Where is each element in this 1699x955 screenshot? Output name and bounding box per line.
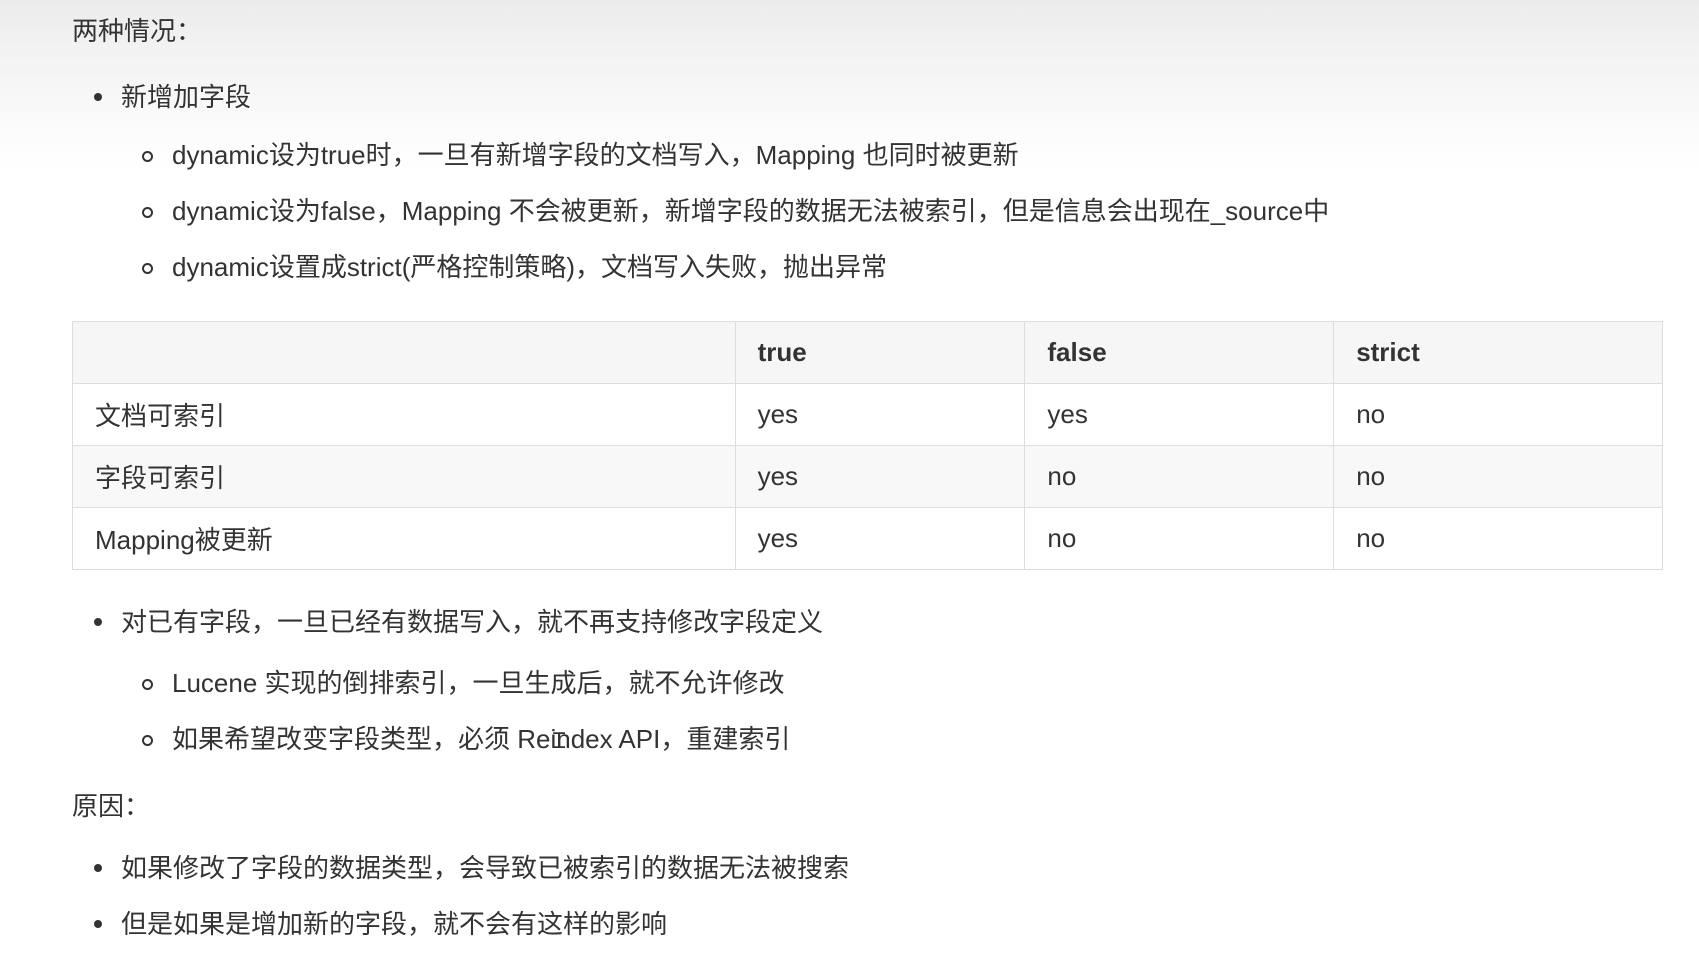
table-row: 文档可索引 yes yes no bbox=[72, 383, 1663, 446]
table-header-cell: true bbox=[734, 321, 1026, 384]
heading-reason: 原因： bbox=[72, 791, 151, 821]
table-header-row: true false strict bbox=[72, 321, 1663, 384]
bullet-circle-icon bbox=[142, 679, 153, 690]
sub-item-dynamic-false: dynamic设为false，Mapping 不会被更新，新增字段的数据无法被索… bbox=[172, 196, 1330, 226]
table-row: Mapping被更新 yes no no bbox=[72, 507, 1663, 570]
table-cell: no bbox=[1024, 445, 1335, 508]
bullet-disc-icon bbox=[94, 920, 102, 928]
bullet-disc-icon bbox=[94, 618, 102, 626]
heading-situations: 两种情况： bbox=[72, 16, 203, 46]
bullet-existing-field: 对已有字段，一旦已经有数据写入，就不再支持修改字段定义 bbox=[121, 607, 824, 637]
text-cursor-icon: Ɪ bbox=[553, 729, 566, 754]
bullet-circle-icon bbox=[142, 263, 153, 274]
bullet-disc-icon bbox=[94, 93, 102, 101]
table-cell: yes bbox=[734, 507, 1026, 570]
table-cell: yes bbox=[1024, 383, 1335, 446]
bullet-disc-icon bbox=[94, 864, 102, 872]
sub-item-dynamic-true: dynamic设为true时，一旦有新增字段的文档写入，Mapping 也同时被… bbox=[172, 140, 1019, 170]
table-cell: yes bbox=[734, 445, 1026, 508]
table-cell: no bbox=[1024, 507, 1335, 570]
sub-item-lucene: Lucene 实现的倒排索引，一旦生成后，就不允许修改 bbox=[172, 668, 785, 698]
table-cell: no bbox=[1333, 507, 1663, 570]
bullet-circle-icon bbox=[142, 735, 153, 746]
table-header-cell: strict bbox=[1333, 321, 1663, 384]
sub-item-reindex: 如果希望改变字段类型，必须 Reindex API，重建索引 bbox=[172, 724, 791, 754]
table-cell: 文档可索引 bbox=[72, 383, 736, 446]
table-header-cell: false bbox=[1024, 321, 1335, 384]
reason-item: 如果修改了字段的数据类型，会导致已被索引的数据无法被搜索 bbox=[121, 853, 850, 883]
table-cell: Mapping被更新 bbox=[72, 507, 736, 570]
table-cell: no bbox=[1333, 383, 1663, 446]
bullet-new-field: 新增加字段 bbox=[121, 82, 252, 112]
dynamic-mapping-table: true false strict 文档可索引 yes yes no 字段可索引… bbox=[72, 321, 1663, 570]
table-cell: yes bbox=[734, 383, 1026, 446]
table-cell: no bbox=[1333, 445, 1663, 508]
reason-item: 但是如果是增加新的字段，就不会有这样的影响 bbox=[121, 909, 668, 939]
bullet-circle-icon bbox=[142, 207, 153, 218]
bullet-circle-icon bbox=[142, 151, 153, 162]
table-cell: 字段可索引 bbox=[72, 445, 736, 508]
table-row: 字段可索引 yes no no bbox=[72, 445, 1663, 508]
table-header-cell bbox=[72, 321, 736, 384]
sub-item-dynamic-strict: dynamic设置成strict(严格控制策略)，文档写入失败，抛出异常 bbox=[172, 252, 888, 282]
